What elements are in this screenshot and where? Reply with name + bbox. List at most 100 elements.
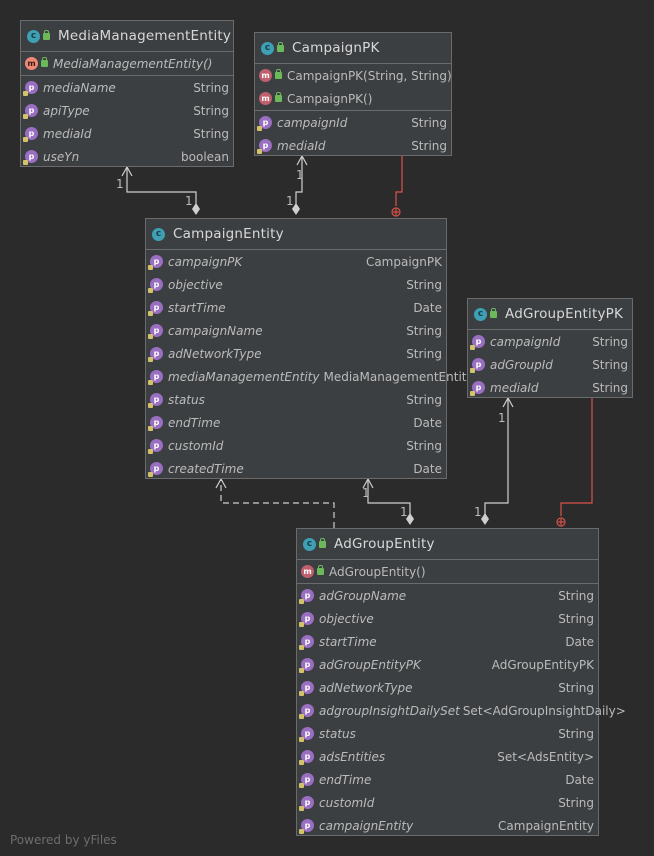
field-row[interactable]: p startTime Date — [297, 630, 598, 653]
field-type: Set<AdsEntity> — [497, 749, 594, 764]
campaign-entity-box[interactable]: c CampaignEntity p campaignPK CampaignPK p… — [145, 218, 474, 480]
field-name: mediaId — [43, 126, 92, 141]
field-name: mediaId — [277, 138, 326, 153]
field-type: String — [406, 323, 442, 338]
class-header: c CampaignEntity — [146, 219, 446, 250]
field-icon: p — [470, 358, 485, 373]
method-row[interactable]: m CampaignPK(String, String) — [255, 64, 452, 87]
media-management-entity-box[interactable]: c MediaManagementEntity m MediaManagemen… — [20, 20, 234, 167]
field-row[interactable]: p mediaManagementEntity MediaManagementEnt… — [146, 365, 474, 388]
field-name: adGroupEntityPK — [319, 657, 421, 672]
fields-section: p mediaName String p apiType String p mediaId… — [21, 76, 233, 168]
method-icon: m — [259, 69, 272, 82]
field-row[interactable]: p campaignId String — [468, 330, 632, 353]
lock-icon — [275, 69, 282, 79]
field-name: adGroupId — [490, 357, 553, 372]
field-type: String — [411, 138, 447, 153]
field-row[interactable]: p mediaId String — [468, 376, 632, 399]
field-icon: p — [257, 116, 272, 131]
method-row[interactable]: m AdGroupEntity() — [297, 560, 598, 583]
field-row[interactable]: p endTime Date — [146, 411, 446, 434]
field-row[interactable]: p campaignId String — [255, 111, 451, 134]
field-row[interactable]: p adgroupInsightDailySet Set<AdGroupInsigh… — [297, 699, 626, 722]
field-icon: p — [23, 104, 38, 119]
lock-icon — [490, 307, 497, 318]
field-icon: p — [299, 819, 314, 834]
field-icon: p — [148, 301, 163, 316]
edge-adgroup-adgrouppk — [481, 396, 514, 525]
field-icon: p — [23, 81, 38, 96]
campaign-pk-box[interactable]: c CampaignPK m CampaignPK(String, String)… — [254, 32, 452, 156]
method-name: AdGroupEntity() — [329, 564, 426, 579]
field-row[interactable]: p endTime Date — [297, 768, 598, 791]
field-icon: p — [23, 150, 38, 165]
field-row[interactable]: p customId String — [297, 791, 598, 814]
field-row[interactable]: p mediaId String — [255, 134, 451, 157]
field-type: String — [411, 115, 447, 130]
method-icon: m — [25, 57, 38, 70]
fields-section: p campaignPK CampaignPK p objective String p… — [146, 250, 474, 480]
field-name: adgroupInsightDailySet — [319, 703, 460, 718]
field-type: MediaManagementEntity — [323, 369, 474, 384]
method-row[interactable]: m MediaManagementEntity() — [21, 52, 233, 75]
field-name: useYn — [43, 149, 80, 164]
field-type: String — [558, 588, 594, 603]
method-row[interactable]: m CampaignPK() — [255, 87, 451, 110]
field-row[interactable]: p status String — [146, 388, 446, 411]
field-row[interactable]: p adGroupEntityPK AdGroupEntityPK — [297, 653, 598, 676]
field-icon: p — [148, 324, 163, 339]
field-row[interactable]: p objective String — [297, 607, 598, 630]
field-row[interactable]: p apiType String — [21, 99, 233, 122]
field-row[interactable]: p objective String — [146, 273, 446, 296]
field-type: String — [558, 795, 594, 810]
field-type: String — [406, 392, 442, 407]
field-type: String — [193, 126, 229, 141]
powered-by-footer: Powered by yFiles — [10, 833, 117, 847]
field-row[interactable]: p adsEntities Set<AdsEntity> — [297, 745, 598, 768]
adgroup-entity-box[interactable]: c AdGroupEntity m AdGroupEntity() p adGrou… — [296, 528, 626, 837]
method-icon: m — [301, 565, 314, 578]
field-row[interactable]: p campaignName String — [146, 319, 446, 342]
field-type: String — [558, 611, 594, 626]
field-name: status — [319, 726, 356, 741]
field-row[interactable]: p mediaName String — [21, 76, 233, 99]
field-icon: p — [299, 773, 314, 788]
field-row[interactable]: p createdTime Date — [146, 457, 446, 480]
field-name: adNetworkType — [168, 346, 262, 361]
field-name: mediaManagementEntity — [168, 369, 320, 384]
field-name: adsEntities — [319, 749, 386, 764]
class-icon: c — [152, 227, 165, 241]
adgroup-entity-pk-box[interactable]: c AdGroupEntityPK p campaignId String p adG… — [467, 298, 633, 398]
field-type: String — [592, 380, 628, 395]
field-row[interactable]: p mediaId String — [21, 122, 233, 145]
class-header: c AdGroupEntity — [297, 529, 598, 560]
field-name: adGroupName — [319, 588, 407, 603]
field-row[interactable]: p adGroupId String — [468, 353, 632, 376]
method-name: CampaignPK(String, String) — [287, 68, 452, 83]
field-row[interactable]: p adNetworkType String — [297, 676, 598, 699]
field-row[interactable]: p adNetworkType String — [146, 342, 446, 365]
edge-campaignpk-inner — [391, 156, 403, 217]
field-icon: p — [470, 381, 485, 396]
field-icon: p — [299, 589, 314, 604]
field-name: objective — [319, 611, 374, 626]
mult-label: 1 — [116, 177, 124, 191]
field-row[interactable]: p campaignEntity CampaignEntity — [297, 814, 598, 837]
field-row[interactable]: p customId String — [146, 434, 446, 457]
field-name: startTime — [319, 634, 377, 649]
field-row[interactable]: p useYn boolean — [21, 145, 233, 168]
field-type: String — [558, 680, 594, 695]
field-name: adNetworkType — [319, 680, 413, 695]
method-name: MediaManagementEntity() — [53, 56, 213, 71]
field-icon: p — [299, 704, 314, 719]
field-row[interactable]: p startTime Date — [146, 296, 446, 319]
field-icon: p — [299, 796, 314, 811]
field-row[interactable]: p adGroupName String — [297, 584, 598, 607]
field-type: Date — [413, 461, 442, 476]
field-icon: p — [148, 393, 163, 408]
field-row[interactable]: p campaignPK CampaignPK — [146, 250, 446, 273]
field-type: String — [592, 334, 628, 349]
field-row[interactable]: p status String — [297, 722, 598, 745]
methods-section: m CampaignPK(String, String) m CampaignPK(… — [255, 64, 452, 111]
field-name: customId — [319, 795, 375, 810]
